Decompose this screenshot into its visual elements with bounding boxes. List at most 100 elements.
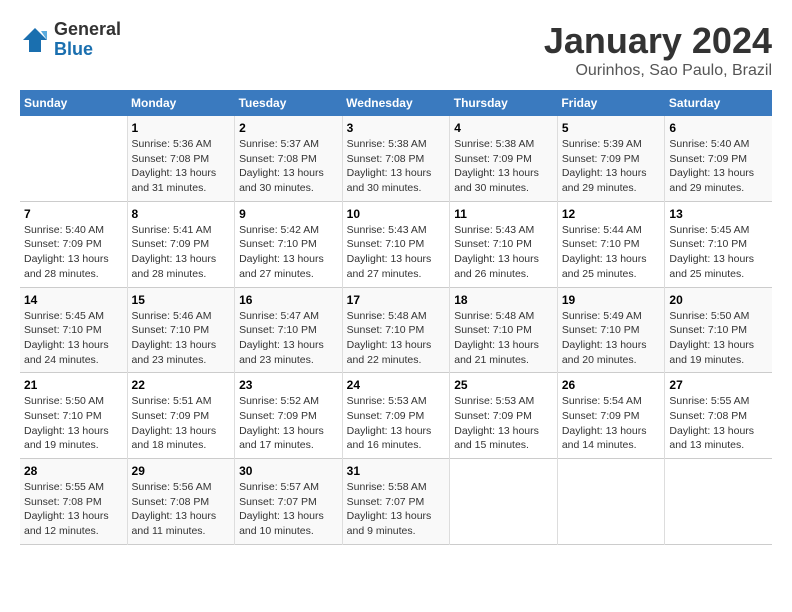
day-info: Sunrise: 5:43 AM Sunset: 7:10 PM Dayligh… [454,223,553,282]
day-number: 24 [347,378,446,392]
cell-week2-day5: 12 Sunrise: 5:44 AM Sunset: 7:10 PM Dayli… [557,201,665,287]
day-info: Sunrise: 5:42 AM Sunset: 7:10 PM Dayligh… [239,223,338,282]
week-row-3: 14 Sunrise: 5:45 AM Sunset: 7:10 PM Dayli… [20,287,772,373]
day-number: 25 [454,378,553,392]
cell-week2-day0: 7Sunrise: 5:40 AM Sunset: 7:09 PM Daylig… [20,201,127,287]
day-number: 16 [239,293,338,307]
day-number: 30 [239,464,338,478]
header-cell-wednesday: Wednesday [342,90,450,116]
cell-week1-day4: 4 Sunrise: 5:38 AM Sunset: 7:09 PM Daylig… [450,116,558,201]
header-cell-thursday: Thursday [450,90,558,116]
cell-week2-day2: 9 Sunrise: 5:42 AM Sunset: 7:10 PM Daylig… [235,201,343,287]
day-info: Sunrise: 5:41 AM Sunset: 7:09 PM Dayligh… [132,223,231,282]
title-block: January 2024 Ourinhos, Sao Paulo, Brazil [544,20,772,80]
header-cell-friday: Friday [557,90,665,116]
day-info: Sunrise: 5:46 AM Sunset: 7:10 PM Dayligh… [132,309,231,368]
cell-week5-day6 [665,459,772,545]
day-number: 17 [347,293,446,307]
day-number: 28 [24,464,123,478]
day-info: Sunrise: 5:51 AM Sunset: 7:09 PM Dayligh… [132,394,231,453]
day-info: Sunrise: 5:37 AM Sunset: 7:08 PM Dayligh… [239,137,338,196]
cell-week3-day6: 20 Sunrise: 5:50 AM Sunset: 7:10 PM Dayli… [665,287,772,373]
day-info: Sunrise: 5:45 AM Sunset: 7:10 PM Dayligh… [24,309,123,368]
week-row-4: 21 Sunrise: 5:50 AM Sunset: 7:10 PM Dayli… [20,373,772,459]
logo-general: General [54,19,121,39]
cell-week4-day0: 21 Sunrise: 5:50 AM Sunset: 7:10 PM Dayli… [20,373,127,459]
day-number: 6 [669,121,768,135]
cell-week5-day2: 30 Sunrise: 5:57 AM Sunset: 7:07 PM Dayli… [235,459,343,545]
week-row-1: 1 Sunrise: 5:36 AM Sunset: 7:08 PM Daylig… [20,116,772,201]
day-info: Sunrise: 5:44 AM Sunset: 7:10 PM Dayligh… [562,223,661,282]
day-info: Sunrise: 5:58 AM Sunset: 7:07 PM Dayligh… [347,480,446,539]
day-number: 12 [562,207,661,221]
logo-icon [20,25,50,55]
day-number: 15 [132,293,231,307]
cell-week5-day4 [450,459,558,545]
day-info: Sunrise: 5:47 AM Sunset: 7:10 PM Dayligh… [239,309,338,368]
cell-week1-day0 [20,116,127,201]
day-info: Sunrise: 5:55 AM Sunset: 7:08 PM Dayligh… [669,394,768,453]
header-cell-saturday: Saturday [665,90,772,116]
day-number: 20 [669,293,768,307]
day-info: Sunrise: 5:50 AM Sunset: 7:10 PM Dayligh… [669,309,768,368]
cell-week2-day6: 13 Sunrise: 5:45 AM Sunset: 7:10 PM Dayli… [665,201,772,287]
cell-week3-day5: 19 Sunrise: 5:49 AM Sunset: 7:10 PM Dayli… [557,287,665,373]
logo-blue: Blue [54,39,93,59]
week-row-2: 7Sunrise: 5:40 AM Sunset: 7:09 PM Daylig… [20,201,772,287]
day-info: Sunrise: 5:54 AM Sunset: 7:09 PM Dayligh… [562,394,661,453]
page-title: January 2024 [544,20,772,62]
header-cell-tuesday: Tuesday [235,90,343,116]
day-info: Sunrise: 5:48 AM Sunset: 7:10 PM Dayligh… [347,309,446,368]
day-number: 31 [347,464,446,478]
cell-week3-day1: 15 Sunrise: 5:46 AM Sunset: 7:10 PM Dayli… [127,287,235,373]
day-number: 8 [132,207,231,221]
day-info: Sunrise: 5:57 AM Sunset: 7:07 PM Dayligh… [239,480,338,539]
header-row: SundayMondayTuesdayWednesdayThursdayFrid… [20,90,772,116]
day-info: Sunrise: 5:52 AM Sunset: 7:09 PM Dayligh… [239,394,338,453]
day-number: 29 [132,464,231,478]
day-info: Sunrise: 5:38 AM Sunset: 7:09 PM Dayligh… [454,137,553,196]
day-number: 1 [132,121,231,135]
cell-week3-day3: 17 Sunrise: 5:48 AM Sunset: 7:10 PM Dayli… [342,287,450,373]
cell-week1-day6: 6 Sunrise: 5:40 AM Sunset: 7:09 PM Daylig… [665,116,772,201]
day-info: Sunrise: 5:56 AM Sunset: 7:08 PM Dayligh… [132,480,231,539]
day-number: 18 [454,293,553,307]
cell-week5-day1: 29 Sunrise: 5:56 AM Sunset: 7:08 PM Dayli… [127,459,235,545]
cell-week4-day6: 27Sunrise: 5:55 AM Sunset: 7:08 PM Dayli… [665,373,772,459]
day-info: Sunrise: 5:43 AM Sunset: 7:10 PM Dayligh… [347,223,446,282]
week-row-5: 28 Sunrise: 5:55 AM Sunset: 7:08 PM Dayli… [20,459,772,545]
day-info: Sunrise: 5:39 AM Sunset: 7:09 PM Dayligh… [562,137,661,196]
cell-week4-day1: 22 Sunrise: 5:51 AM Sunset: 7:09 PM Dayli… [127,373,235,459]
day-info: Sunrise: 5:53 AM Sunset: 7:09 PM Dayligh… [347,394,446,453]
day-number: 19 [562,293,661,307]
cell-week4-day2: 23Sunrise: 5:52 AM Sunset: 7:09 PM Dayli… [235,373,343,459]
day-number: 22 [132,378,231,392]
day-number: 14 [24,293,123,307]
day-number: 2 [239,121,338,135]
day-number: 10 [347,207,446,221]
day-number: 21 [24,378,123,392]
cell-week3-day0: 14 Sunrise: 5:45 AM Sunset: 7:10 PM Dayli… [20,287,127,373]
day-number: 4 [454,121,553,135]
day-info: Sunrise: 5:50 AM Sunset: 7:10 PM Dayligh… [24,394,123,453]
day-info: Sunrise: 5:55 AM Sunset: 7:08 PM Dayligh… [24,480,123,539]
cell-week3-day2: 16 Sunrise: 5:47 AM Sunset: 7:10 PM Dayli… [235,287,343,373]
cell-week2-day1: 8 Sunrise: 5:41 AM Sunset: 7:09 PM Daylig… [127,201,235,287]
cell-week5-day3: 31 Sunrise: 5:58 AM Sunset: 7:07 PM Dayli… [342,459,450,545]
day-info: Sunrise: 5:38 AM Sunset: 7:08 PM Dayligh… [347,137,446,196]
header: General Blue January 2024 Ourinhos, Sao … [20,20,772,80]
day-info: Sunrise: 5:49 AM Sunset: 7:10 PM Dayligh… [562,309,661,368]
cell-week3-day4: 18Sunrise: 5:48 AM Sunset: 7:10 PM Dayli… [450,287,558,373]
cell-week1-day1: 1 Sunrise: 5:36 AM Sunset: 7:08 PM Daylig… [127,116,235,201]
page-subtitle: Ourinhos, Sao Paulo, Brazil [544,62,772,80]
header-cell-monday: Monday [127,90,235,116]
cell-week4-day5: 26Sunrise: 5:54 AM Sunset: 7:09 PM Dayli… [557,373,665,459]
day-info: Sunrise: 5:53 AM Sunset: 7:09 PM Dayligh… [454,394,553,453]
day-number: 9 [239,207,338,221]
cell-week1-day5: 5Sunrise: 5:39 AM Sunset: 7:09 PM Daylig… [557,116,665,201]
day-info: Sunrise: 5:36 AM Sunset: 7:08 PM Dayligh… [132,137,231,196]
day-info: Sunrise: 5:40 AM Sunset: 7:09 PM Dayligh… [669,137,768,196]
day-number: 13 [669,207,768,221]
cell-week4-day4: 25 Sunrise: 5:53 AM Sunset: 7:09 PM Dayli… [450,373,558,459]
day-info: Sunrise: 5:45 AM Sunset: 7:10 PM Dayligh… [669,223,768,282]
